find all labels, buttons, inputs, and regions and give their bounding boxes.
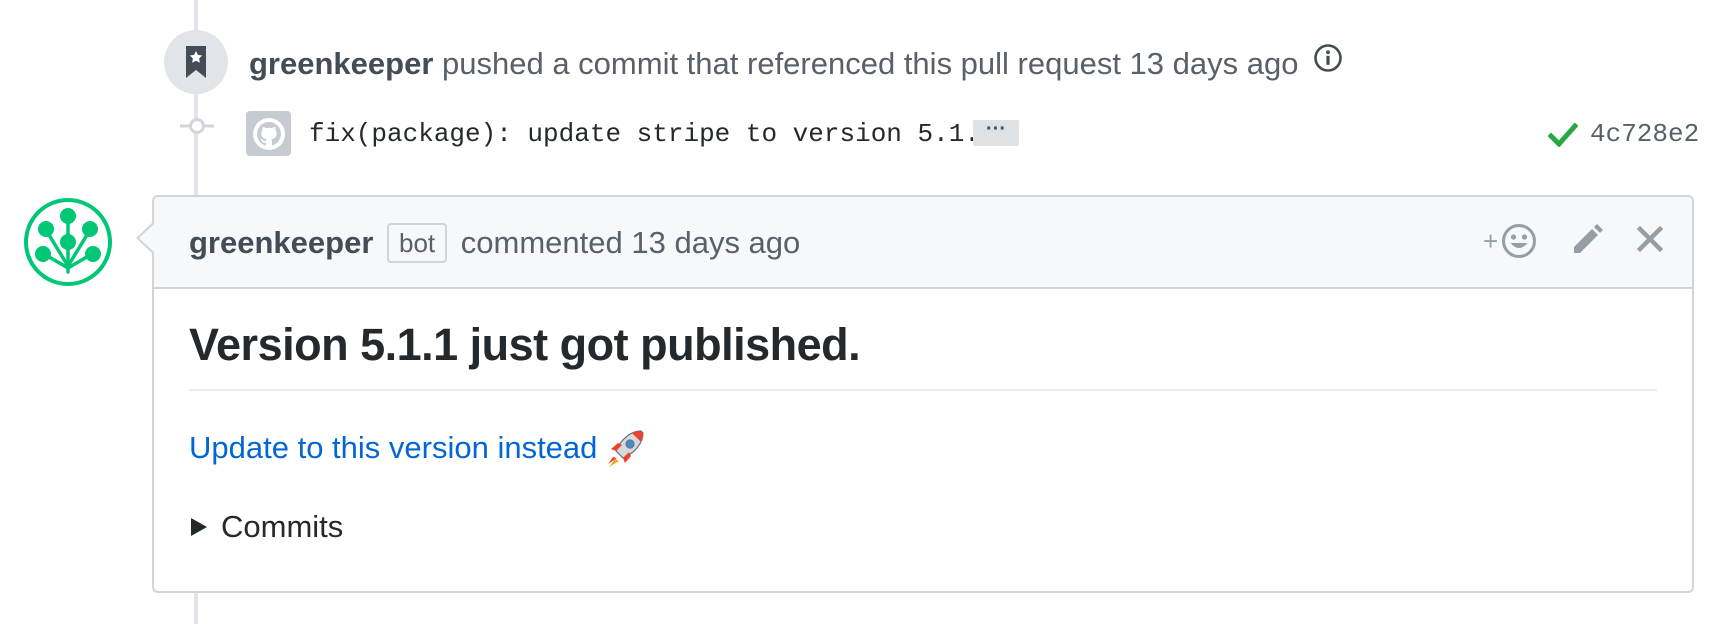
comment-header: greenkeeper bot commented 13 days ago + [154, 197, 1692, 289]
disclosure-triangle-icon [191, 518, 207, 536]
update-version-link[interactable]: Update to this version instead [189, 427, 647, 469]
github-octocat-icon [252, 117, 285, 150]
event-badge [164, 30, 228, 94]
title-divider [189, 389, 1657, 391]
comment-body: Version 5.1.1 just got published. Update… [189, 289, 1657, 547]
comment-header-text: greenkeeper bot commented 13 days ago [189, 222, 801, 265]
commit-author-avatar[interactable] [246, 111, 291, 156]
commit-message-link[interactable]: fix(package): update stripe to version 5… [309, 117, 996, 151]
check-icon[interactable] [1548, 123, 1578, 147]
update-link-label: Update to this version instead [189, 430, 598, 465]
smiley-icon [1502, 224, 1537, 258]
comment-box: greenkeeper bot commented 13 days ago + … [152, 195, 1694, 593]
commit-expand-button[interactable]: ··· [973, 119, 1019, 146]
release-title: Version 5.1.1 just got published. [189, 319, 861, 370]
timeline-line-bottom [194, 592, 198, 624]
comment-timestamp[interactable]: commented 13 days ago [461, 225, 801, 260]
bookmark-icon [186, 46, 206, 78]
event-author-link[interactable]: greenkeeper [249, 46, 433, 81]
commits-details-toggle[interactable]: Commits [189, 507, 1657, 547]
info-icon[interactable] [1313, 43, 1343, 83]
event-text: pushed a commit that referenced this pul… [442, 46, 1299, 81]
comment-caret-inner [139, 224, 154, 252]
plus-icon: + [1483, 226, 1499, 256]
greenkeeper-avatar[interactable] [22, 196, 114, 288]
pencil-icon[interactable] [1570, 221, 1604, 257]
event-description: greenkeeper pushed a commit that referen… [249, 44, 1343, 86]
add-reaction-button[interactable]: + [1483, 223, 1537, 259]
commit-sha-link[interactable]: 4c728e2 [1590, 117, 1699, 151]
rocket-icon [608, 430, 645, 467]
comment-author-link[interactable]: greenkeeper [189, 225, 373, 260]
commit-node-icon [180, 118, 214, 134]
close-icon[interactable] [1634, 221, 1666, 257]
commits-summary-label: Commits [221, 509, 344, 544]
bot-badge: bot [387, 222, 448, 263]
